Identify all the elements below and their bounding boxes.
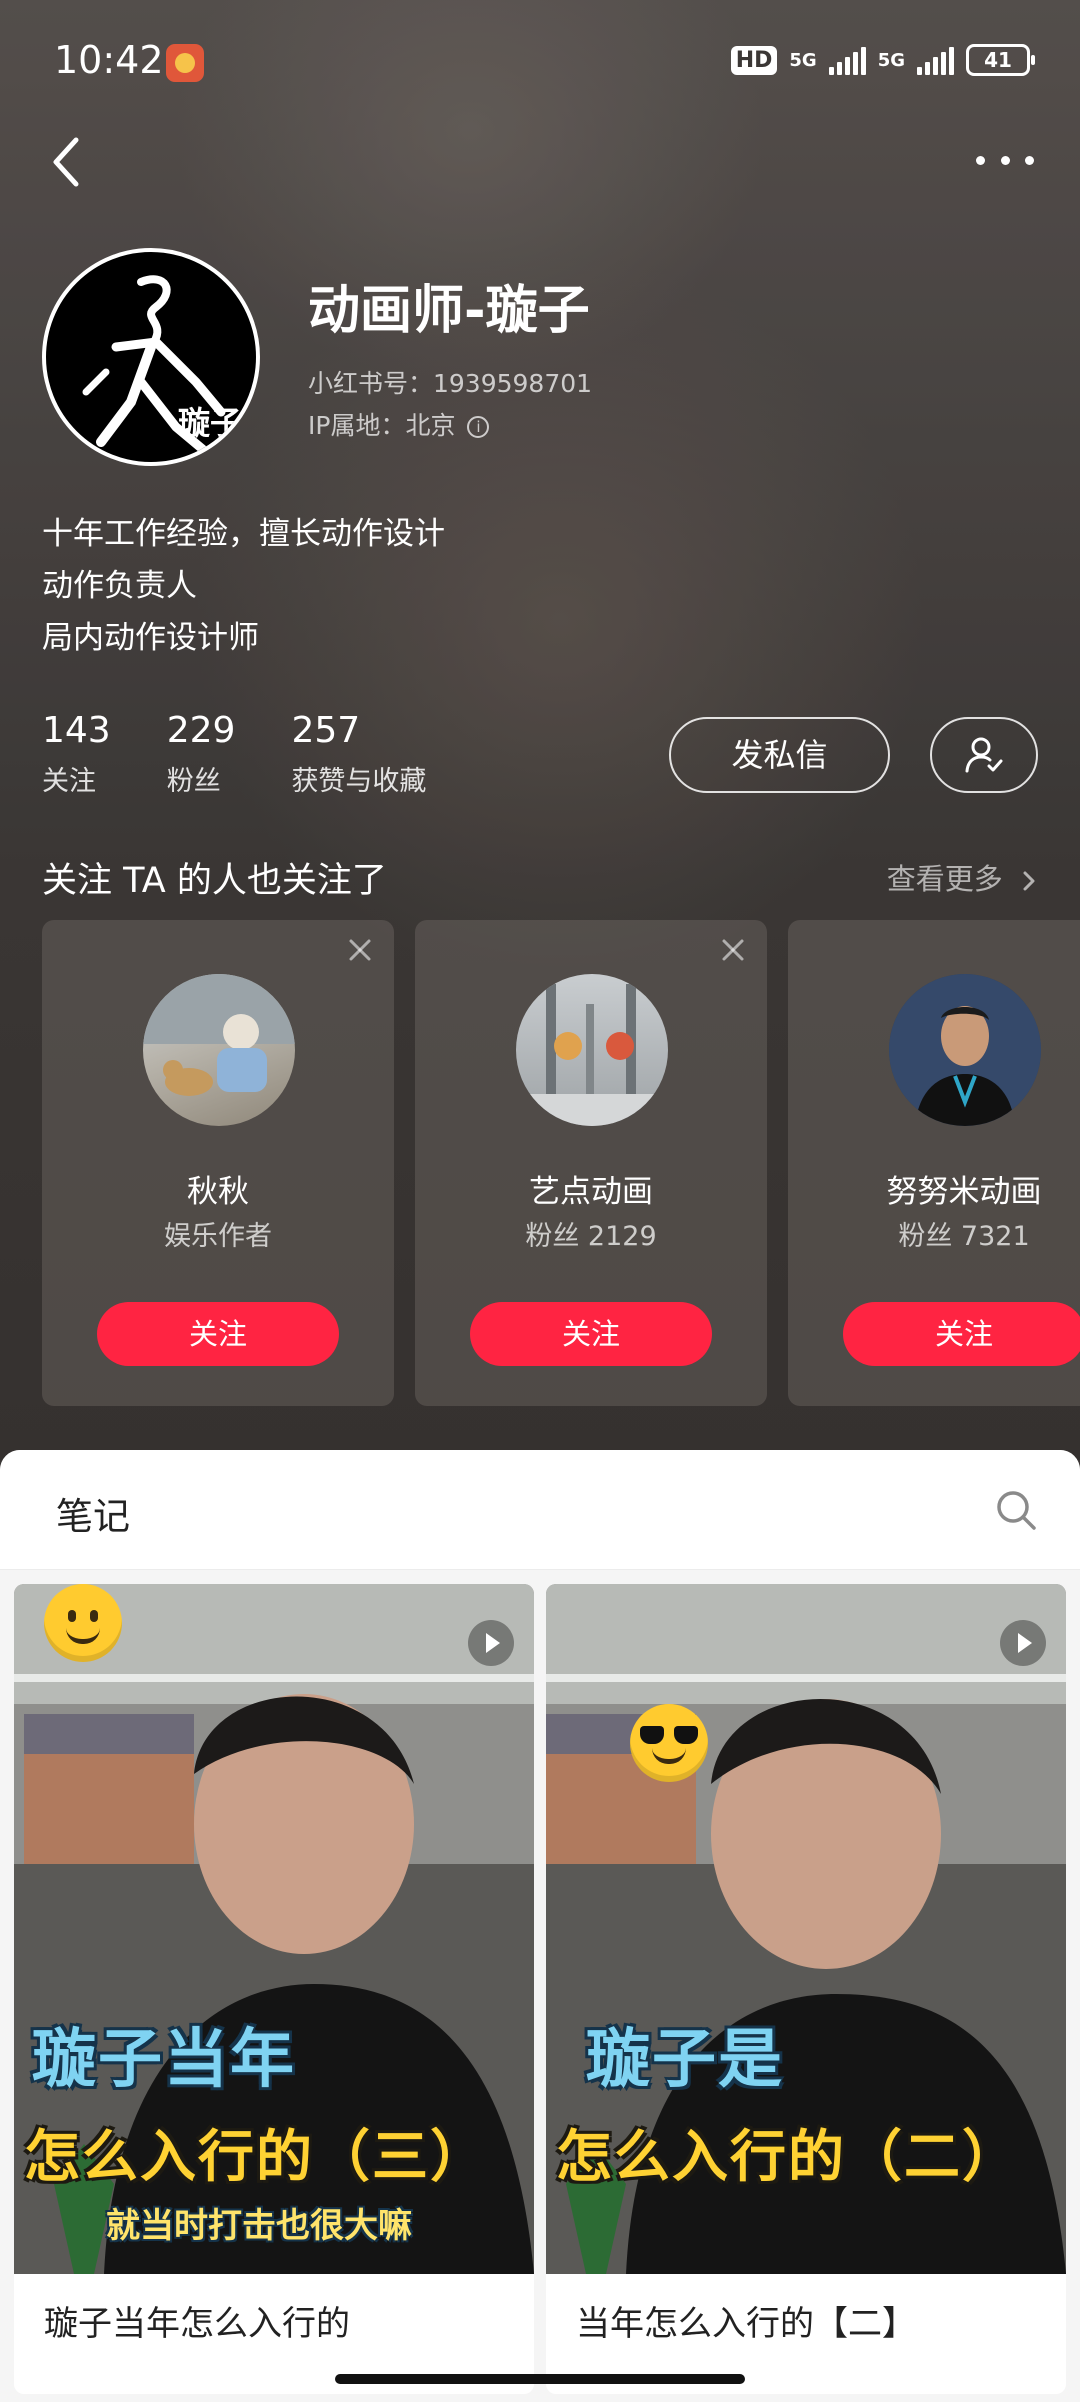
cover-caption: 就当时打击也很大嘛 — [106, 2206, 412, 2246]
profile-bio: 十年工作经验，擅长动作设计 动作负责人 局内动作设计师 — [42, 508, 445, 664]
status-time: 10:42 — [54, 38, 164, 82]
network-type-2: 5G — [877, 49, 905, 71]
stat-value: 257 — [291, 710, 361, 751]
recommend-card[interactable]: 艺点动画 粉丝 2129 关注 — [415, 920, 767, 1406]
follow-button[interactable]: 关注 — [843, 1302, 1080, 1366]
signal-icon — [828, 45, 866, 75]
stat-label: 关注 — [42, 766, 96, 797]
notes-tabbar: 笔记 — [0, 1450, 1080, 1570]
cover-subheadline: 怎么入行的（二） — [556, 2125, 1020, 2190]
tab-notes[interactable]: 笔记 — [56, 1486, 130, 1540]
following-status-button[interactable] — [930, 717, 1038, 793]
ip-location: IP属地：北京 — [308, 411, 456, 440]
stat-value: 143 — [42, 710, 111, 751]
home-indicator[interactable] — [335, 2374, 745, 2384]
avatar[interactable]: 璇子 — [42, 248, 260, 466]
smile-emoji-icon — [44, 1584, 122, 1662]
follow-button[interactable]: 关注 — [97, 1302, 339, 1366]
chevron-right-icon — [1023, 871, 1035, 891]
recommend-title: 关注 TA 的人也关注了 — [42, 861, 387, 901]
bio-line: 局内动作设计师 — [42, 620, 259, 656]
recommend-card[interactable]: 努努米动画 粉丝 7321 关注 — [788, 920, 1080, 1406]
recommend-avatar[interactable] — [143, 974, 295, 1126]
ip-location-row: IP属地：北京 i — [308, 406, 490, 442]
follow-button[interactable]: 关注 — [470, 1302, 712, 1366]
info-icon[interactable]: i — [467, 416, 490, 438]
recommend-name: 秋秋 — [187, 1174, 249, 1210]
avatar-photo — [889, 974, 1041, 1126]
signal-icon-2 — [917, 45, 954, 75]
avatar-photo — [143, 974, 295, 1096]
avatar-photo — [516, 984, 668, 1126]
stat-likes-collects[interactable]: 257 获赞与收藏 — [291, 710, 426, 798]
account-id: 小红书号：1939598701 — [308, 369, 593, 398]
chevron-left-icon — [53, 137, 79, 187]
avatar-caption: 璇子 — [177, 404, 242, 442]
profile-stats: 143 关注 229 粉丝 257 获赞与收藏 — [42, 710, 482, 798]
note-card[interactable]: 璇子当年 怎么入行的（三） 就当时打击也很大嘛 璇子当年怎么入行的 — [14, 1584, 534, 2394]
network-type-1: 5G — [789, 49, 817, 71]
note-cover[interactable]: 璇子是 怎么入行的（二） — [546, 1584, 1066, 2274]
view-more-link[interactable]: 查看更多 — [887, 856, 1040, 898]
stat-following[interactable]: 143 关注 — [42, 710, 111, 798]
more-dots-icon[interactable] — [970, 140, 1040, 180]
close-icon[interactable] — [719, 936, 747, 964]
note-title: 当年怎么入行的【二】 — [576, 2304, 916, 2344]
battery-icon: 41 — [966, 44, 1035, 76]
note-cover[interactable]: 璇子当年 怎么入行的（三） 就当时打击也很大嘛 — [14, 1584, 534, 2274]
recommend-avatar[interactable] — [889, 974, 1041, 1126]
stat-label: 获赞与收藏 — [291, 766, 427, 797]
view-more-label: 查看更多 — [886, 862, 1003, 896]
profile-nickname: 动画师-璇子 — [308, 281, 590, 341]
recommend-avatar[interactable] — [516, 974, 668, 1126]
status-bar: 10:42 HD 5G 5G 41 — [0, 0, 1080, 130]
search-icon[interactable] — [992, 1486, 1040, 1534]
note-title: 璇子当年怎么入行的 — [44, 2304, 350, 2344]
cover-headline: 璇子当年 — [32, 2023, 296, 2097]
play-icon — [468, 1620, 514, 1666]
stat-value: 229 — [166, 710, 236, 751]
note-card[interactable]: 璇子是 怎么入行的（二） 当年怎么入行的【二】 — [546, 1584, 1066, 2394]
recommend-list[interactable]: 秋秋 娱乐作者 关注 艺点动画 粉丝 2129 关注 努努米动画 粉丝 7321… — [42, 920, 1080, 1406]
cover-headline: 璇子是 — [586, 2023, 784, 2097]
recommend-card[interactable]: 秋秋 娱乐作者 关注 — [42, 920, 394, 1406]
sunglasses-emoji-icon — [630, 1704, 708, 1782]
recommend-subtitle: 娱乐作者 — [164, 1221, 272, 1252]
notes-sheet: 笔记 璇子当年 怎么入行的（三） 就当时打击也很大嘛 璇子当年怎么入行的 璇子是… — [0, 1450, 1080, 2402]
bio-line: 十年工作经验，擅长动作设计 — [42, 516, 445, 552]
recommend-subtitle: 粉丝 2129 — [525, 1221, 657, 1252]
recommend-subtitle: 粉丝 7321 — [898, 1221, 1030, 1252]
send-message-button[interactable]: 发私信 — [669, 717, 890, 793]
user-check-icon — [965, 737, 1003, 773]
close-icon[interactable] — [346, 936, 374, 964]
recommend-name: 努努米动画 — [886, 1174, 1042, 1210]
stat-label: 粉丝 — [166, 766, 221, 797]
stat-fans[interactable]: 229 粉丝 — [167, 710, 236, 798]
back-button[interactable] — [40, 130, 100, 190]
cover-subheadline: 怎么入行的（三） — [24, 2125, 488, 2190]
notification-app-icon — [166, 44, 204, 82]
bio-line: 动作负责人 — [42, 568, 197, 604]
status-indicators: HD 5G 5G 41 — [730, 44, 1035, 76]
hd-voice-icon: HD — [730, 45, 778, 75]
recommend-name: 艺点动画 — [529, 1174, 653, 1210]
play-icon — [1000, 1620, 1046, 1666]
